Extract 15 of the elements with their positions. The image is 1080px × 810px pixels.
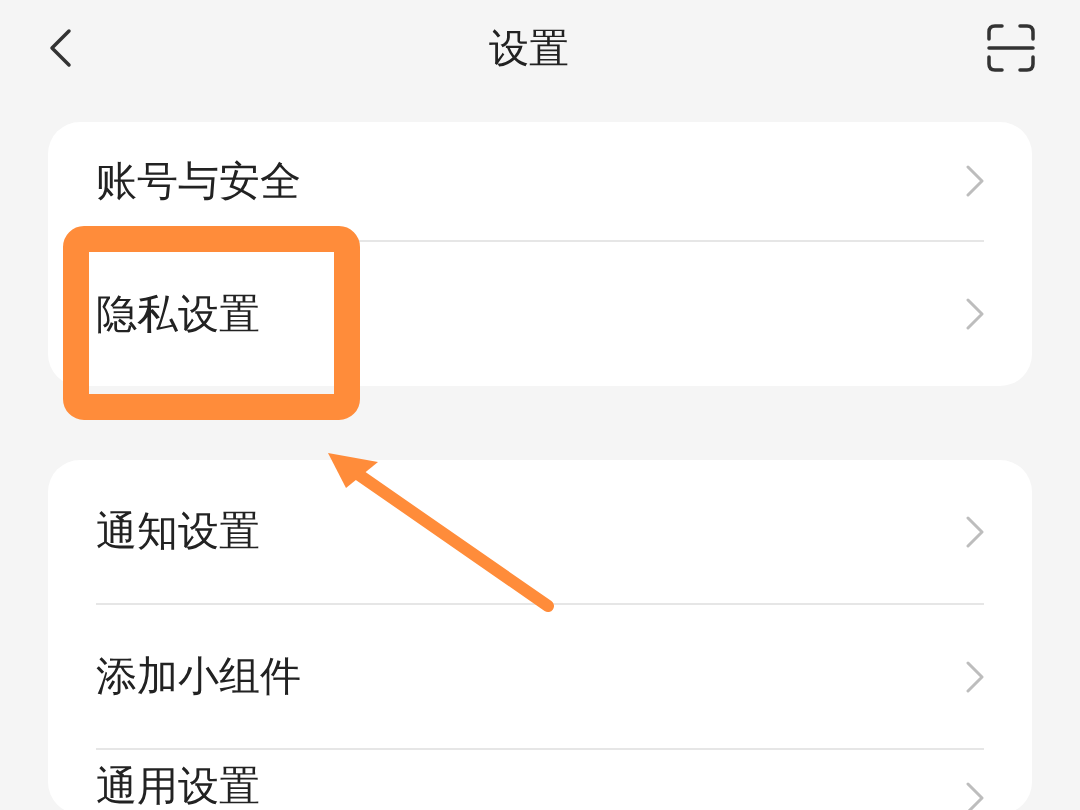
chevron-right-icon xyxy=(966,782,984,810)
settings-item[interactable]: 通用设置 xyxy=(96,748,984,810)
chevron-right-icon xyxy=(966,515,984,548)
scan-icon xyxy=(986,23,1036,73)
scan-button[interactable] xyxy=(986,23,1036,73)
settings-item[interactable]: 账号与安全 xyxy=(96,122,984,240)
settings-item[interactable]: 添加小组件 xyxy=(96,603,984,748)
page-title: 设置 xyxy=(489,23,569,73)
chevron-right-icon xyxy=(966,165,984,197)
settings-item[interactable]: 隐私设置 xyxy=(96,240,984,386)
chevron-right-icon xyxy=(966,298,984,330)
back-icon xyxy=(48,28,72,68)
back-button[interactable] xyxy=(48,28,72,68)
chevron-right-icon xyxy=(966,660,984,693)
settings-item[interactable]: 通知设置 xyxy=(96,460,984,603)
